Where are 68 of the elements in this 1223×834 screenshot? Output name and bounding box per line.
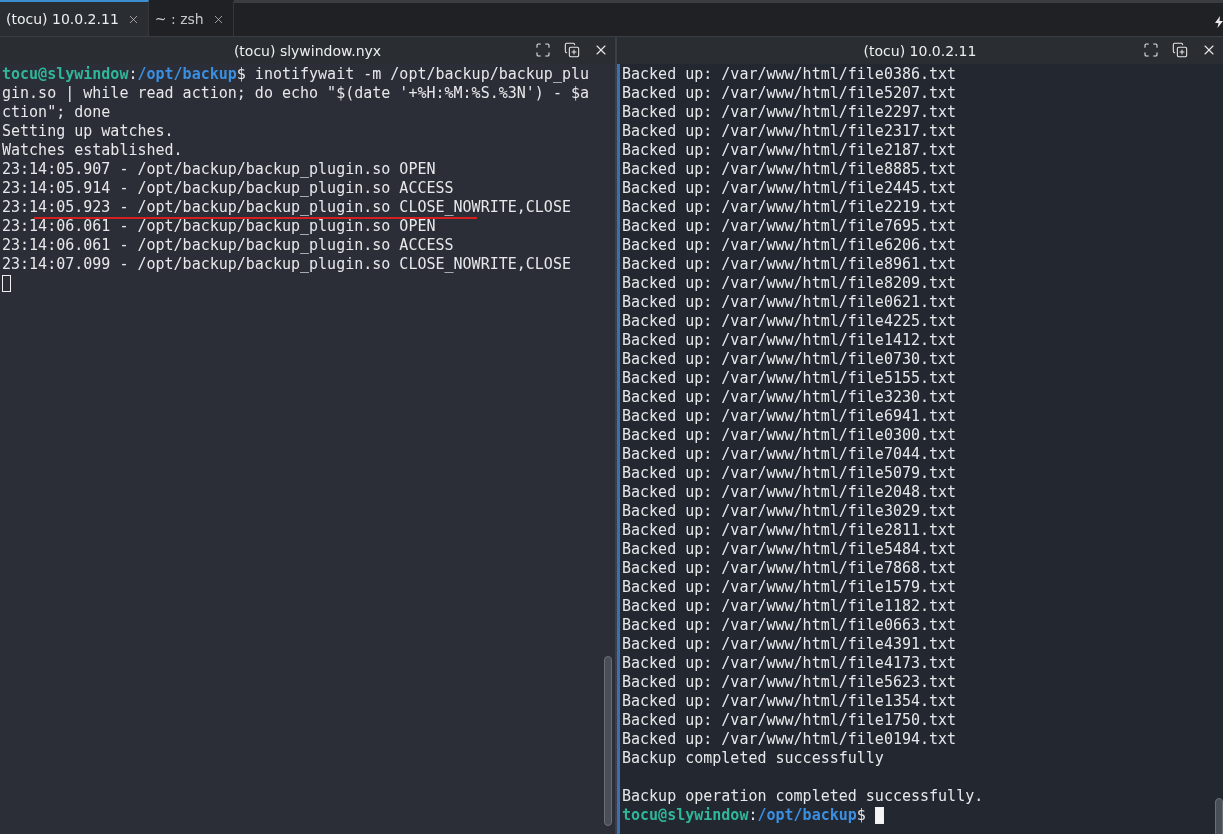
terminal-line: Backed up: /var/www/html/file3029.txt [622, 502, 957, 521]
terminal-line: Backed up: /var/www/html/file5623.txt [622, 673, 957, 692]
terminal-line: Backed up: /var/www/html/file0621.txt [622, 293, 957, 312]
terminal-line: 23:14:06.061 - /opt/backup/backup_plugin.so OPEN [2, 217, 436, 236]
terminal-line: Backed up: /var/www/html/file8961.txt [622, 255, 957, 274]
terminal-line: Backed up: /var/www/html/file3230.txt [622, 388, 957, 407]
prompt-user: tocu@slywindow [2, 65, 129, 84]
terminal-line: Backed up: /var/www/html/file0730.txt [622, 350, 957, 369]
pane-title: (tocu) slywindow.nyx [233, 42, 382, 59]
terminal-line: Backed up: /var/www/html/file5484.txt [622, 540, 957, 559]
terminal-line: Watches established. [2, 141, 183, 160]
terminal-line: 23:14:05.914 - /opt/backup/backup_plugin.so ACCESS [2, 179, 454, 198]
bolt-icon[interactable] [1215, 16, 1223, 28]
terminal-line: Backed up: /var/www/html/file5079.txt [622, 464, 957, 483]
prompt-symbol: $ [236, 65, 246, 84]
terminal-tab[interactable]: ~ : zsh [148, 0, 234, 36]
terminal-line: Backed up: /var/www/html/file7868.txt [622, 559, 957, 578]
terminal-line: Backed up: /var/www/html/file1750.txt [622, 711, 957, 730]
terminal-line: Backed up: /var/www/html/file6941.txt [622, 407, 957, 426]
terminal-line: Setting up watches. [2, 122, 174, 141]
prompt-user: tocu@slywindow [622, 806, 749, 825]
terminal-line: gin.so | while read action; do echo "$(date '+%H:%M:%S.%3N') - $a [2, 84, 589, 103]
terminal-line: Backed up: /var/www/html/file2187.txt [622, 141, 957, 160]
terminal-line: Backed up: /var/www/html/file1579.txt [622, 578, 957, 597]
scrollbar[interactable] [1215, 798, 1223, 834]
prompt-symbol: $ [856, 806, 866, 825]
terminal-line: Backed up: /var/www/html/file2297.txt [622, 103, 957, 122]
terminal-line: Backed up: /var/www/html/file0663.txt [622, 616, 957, 635]
prompt-path: /opt/backup [757, 806, 857, 825]
maximize-icon[interactable] [535, 42, 551, 58]
terminal-tab[interactable]: (tocu) 10.0.2.11 [0, 0, 149, 36]
terminal-line: Backed up: /var/www/html/file1182.txt [622, 597, 957, 616]
terminal-line: Backed up: /var/www/html/file4173.txt [622, 654, 957, 673]
terminal-line: Backup operation completed successfully. [622, 787, 984, 806]
terminal-line: Backed up: /var/www/html/file2048.txt [622, 483, 957, 502]
terminal-line: Backed up: /var/www/html/file2811.txt [622, 521, 957, 540]
terminal-line: 23:14:05.923 - /opt/backup/backup_plugin.so CLOSE_NOWRITE,CLOSE [2, 198, 571, 217]
terminal-line: Backed up: /var/www/html/file5155.txt [622, 369, 957, 388]
prompt-separator: : [748, 806, 758, 825]
maximize-icon[interactable] [1143, 42, 1159, 58]
split-view-icon[interactable] [1172, 42, 1188, 58]
terminal-line: 23:14:05.907 - /opt/backup/backup_plugin.so OPEN [2, 160, 436, 179]
terminal-line: Backed up: /var/www/html/file0386.txt [622, 65, 957, 84]
pane-title: (tocu) 10.0.2.11 [863, 42, 977, 59]
terminal-line: Backed up: /var/www/html/file1412.txt [622, 331, 957, 350]
terminal-line: Backed up: /var/www/html/file2317.txt [622, 122, 957, 141]
terminal-line: Backed up: /var/www/html/file4225.txt [622, 312, 957, 331]
terminal-line: Backed up: /var/www/html/file1354.txt [622, 692, 957, 711]
terminal-line: Backed up: /var/www/html/file7044.txt [622, 445, 957, 464]
terminal-line: ction"; done [2, 103, 111, 122]
terminal-line: Backed up: /var/www/html/file0300.txt [622, 426, 957, 445]
command-text: inotifywait -m /opt/backup/backup_plu [253, 65, 589, 84]
terminal-line: Backed up: /var/www/html/file7695.txt [622, 217, 957, 236]
terminal-line: Backed up: /var/www/html/file2219.txt [622, 198, 957, 217]
prompt-path: /opt/backup [137, 65, 237, 84]
scrollbar[interactable] [604, 656, 612, 826]
prompt-separator: : [128, 65, 138, 84]
terminal-line: 23:14:06.061 - /opt/backup/backup_plugin.so ACCESS [2, 236, 454, 255]
split-view-icon[interactable] [564, 42, 580, 58]
terminal-line: Backed up: /var/www/html/file8885.txt [622, 160, 957, 179]
terminal-line: Backed up: /var/www/html/file0194.txt [622, 730, 957, 749]
terminal-line: 23:14:07.099 - /opt/backup/backup_plugin.so CLOSE_NOWRITE,CLOSE [2, 255, 571, 274]
terminal-line: Backed up: /var/www/html/file5207.txt [622, 84, 957, 103]
terminal-line: Backed up: /var/www/html/file8209.txt [622, 274, 957, 293]
terminal-line: Backed up: /var/www/html/file2445.txt [622, 179, 957, 198]
terminal-line: Backup completed successfully [622, 749, 884, 768]
terminal-line: Backed up: /var/www/html/file6206.txt [622, 236, 957, 255]
terminal-line: Backed up: /var/www/html/file4391.txt [622, 635, 957, 654]
